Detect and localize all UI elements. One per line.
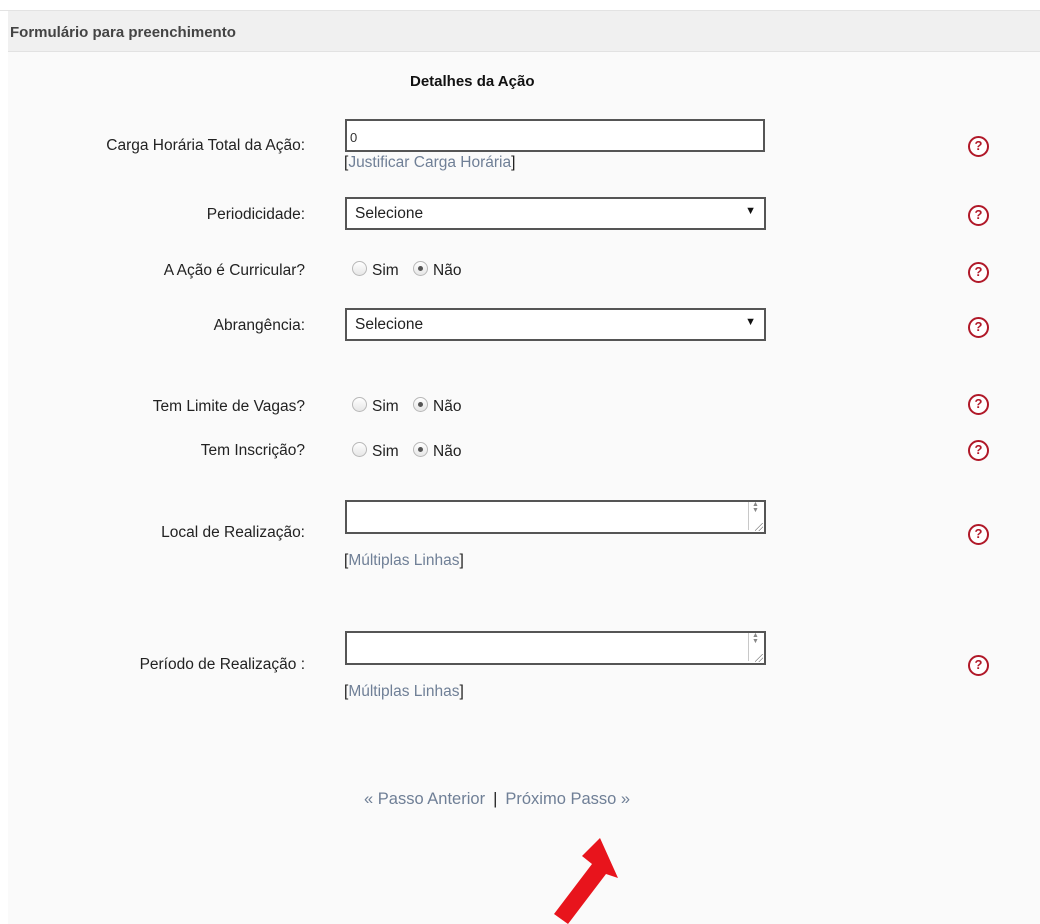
periodo-multiplas-linhas: [Múltiplas Linhas] xyxy=(344,683,464,700)
nav-separator: | xyxy=(493,790,498,808)
abrangencia-select[interactable]: Selecione ▼ xyxy=(345,308,766,341)
periodicidade-select[interactable]: Selecione ▼ xyxy=(345,197,766,230)
triangle-down-icon: ▼ xyxy=(745,205,756,217)
periodicidade-label: Periodicidade: xyxy=(206,206,305,223)
limite-vagas-radio-group: Sim Não xyxy=(352,397,471,416)
periodo-multiplas-linhas-link[interactable]: Múltiplas Linhas xyxy=(348,683,459,700)
resize-grip-icon[interactable] xyxy=(755,523,763,531)
step-navigation: « Passo Anterior | Próximo Passo » xyxy=(364,790,630,809)
next-step-link[interactable]: Próximo Passo » xyxy=(505,790,630,808)
section-title: Detalhes da Ação xyxy=(410,73,535,90)
help-icon[interactable]: ? xyxy=(968,655,989,676)
panel-title: Formulário para preenchimento xyxy=(10,24,236,41)
help-icon[interactable]: ? xyxy=(968,440,989,461)
carga-horaria-label: Carga Horária Total da Ação: xyxy=(106,137,305,154)
abrangencia-label: Abrangência: xyxy=(213,317,305,334)
help-icon[interactable]: ? xyxy=(968,394,989,415)
carga-horaria-input[interactable] xyxy=(345,119,765,152)
triangle-down-icon: ▼ xyxy=(745,316,756,328)
periodicidade-value: Selecione xyxy=(355,205,424,222)
inscricao-label: Tem Inscrição? xyxy=(200,442,305,459)
curricular-yes-radio[interactable] xyxy=(352,261,367,276)
curricular-no-label: Não xyxy=(433,262,462,279)
curricular-radio-group: Sim Não xyxy=(352,261,471,280)
red-arrow-icon xyxy=(554,838,618,924)
help-icon[interactable]: ? xyxy=(968,317,989,338)
inscricao-yes-radio[interactable] xyxy=(352,442,367,457)
limite-vagas-label: Tem Limite de Vagas? xyxy=(152,398,305,415)
resize-grip-icon[interactable] xyxy=(755,654,763,662)
limite-vagas-yes-radio[interactable] xyxy=(352,397,367,412)
curricular-no-radio[interactable] xyxy=(413,261,429,276)
help-icon[interactable]: ? xyxy=(968,524,989,545)
panel-header: Formulário para preenchimento xyxy=(8,11,1040,52)
local-label: Local de Realização: xyxy=(161,524,305,541)
limite-vagas-no-label: Não xyxy=(433,398,462,415)
periodo-textarea[interactable]: ▲ ▼ xyxy=(345,631,766,665)
curricular-yes-label: Sim xyxy=(372,262,399,279)
abrangencia-value: Selecione xyxy=(355,316,424,333)
inscricao-no-label: Não xyxy=(433,443,462,460)
inscricao-no-radio[interactable] xyxy=(413,442,429,457)
periodo-label: Período de Realização : xyxy=(139,656,305,673)
local-multiplas-linhas: [Múltiplas Linhas] xyxy=(344,552,464,569)
limite-vagas-yes-label: Sim xyxy=(372,398,399,415)
help-icon[interactable]: ? xyxy=(968,262,989,283)
local-multiplas-linhas-link[interactable]: Múltiplas Linhas xyxy=(348,552,459,569)
inscricao-yes-label: Sim xyxy=(372,443,399,460)
justificar-carga-horaria: [Justificar Carga Horária] xyxy=(344,154,516,171)
local-textarea[interactable]: ▲ ▼ xyxy=(345,500,766,534)
curricular-label: A Ação é Curricular? xyxy=(163,262,305,279)
previous-step-link[interactable]: « Passo Anterior xyxy=(364,790,485,808)
inscricao-radio-group: Sim Não xyxy=(352,442,471,461)
top-strip xyxy=(0,0,1040,11)
justificar-carga-horaria-link[interactable]: Justificar Carga Horária xyxy=(348,154,511,171)
limite-vagas-no-radio[interactable] xyxy=(413,397,429,412)
help-icon[interactable]: ? xyxy=(968,136,989,157)
help-icon[interactable]: ? xyxy=(968,205,989,226)
